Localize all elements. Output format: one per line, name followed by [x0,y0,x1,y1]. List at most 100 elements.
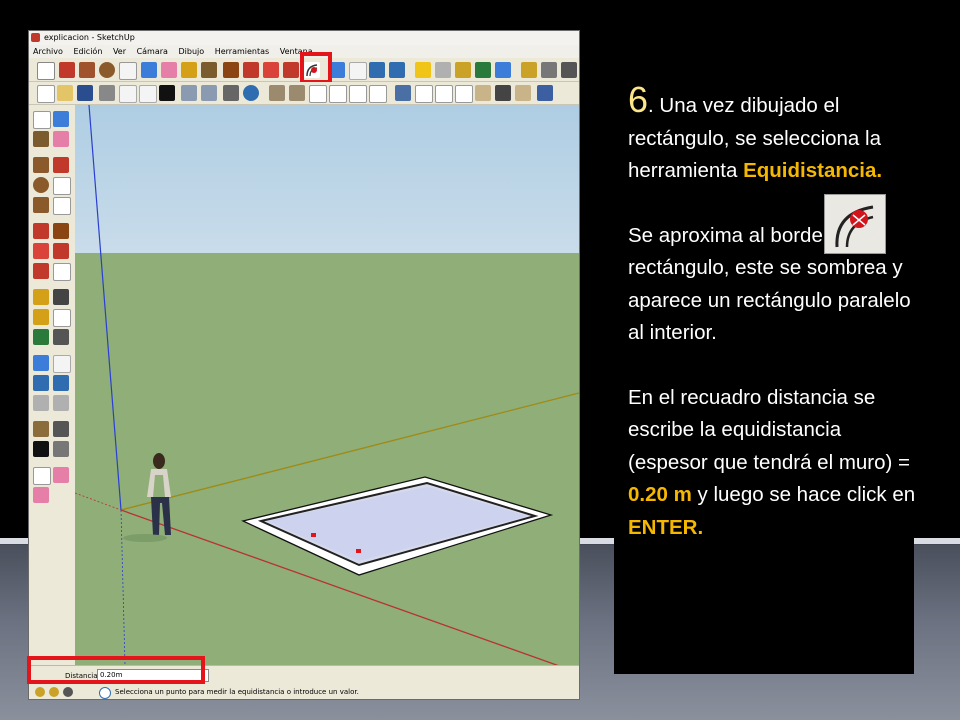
open-file-icon[interactable] [57,85,73,101]
menu-camara[interactable]: Cámara [133,45,172,58]
section-icon[interactable] [53,441,69,457]
save-icon[interactable] [77,85,93,101]
paint-bucket-icon[interactable] [201,62,217,78]
copy-icon[interactable] [119,85,137,103]
menu-herramientas[interactable]: Herramientas [211,45,274,58]
component-box-icon[interactable] [53,111,69,127]
menu-dibujo[interactable]: Dibujo [174,45,208,58]
paste-icon[interactable] [139,85,157,103]
google-earth-icon[interactable] [475,62,491,78]
offset-side-icon[interactable] [53,263,71,281]
zoom-icon[interactable] [33,375,49,391]
distance-box-highlight [27,656,205,684]
monochrome-icon[interactable] [495,85,511,101]
paragraph-1: 6. Una vez dibujado el rectángulo, se se… [628,82,918,188]
model-info-icon[interactable] [243,85,259,101]
xray-icon[interactable] [395,85,411,101]
credits-icon[interactable] [49,687,59,697]
front-view-icon[interactable] [309,85,327,103]
pencil-tool-icon[interactable] [59,62,75,78]
rect-icon[interactable] [33,157,49,173]
shaded-textures-icon[interactable] [475,85,491,101]
dimension-icon[interactable] [53,289,69,305]
pan-tool-icon[interactable] [349,62,367,80]
paint-icon[interactable] [33,131,49,147]
eraser-tool-icon[interactable] [161,62,177,78]
menu-edicion[interactable]: Edición [69,45,106,58]
print-icon[interactable] [223,85,239,101]
menu-archivo[interactable]: Archivo [29,45,67,58]
paragraph-3-text-b: y luego se hace click en [691,483,916,506]
get-models-icon[interactable] [415,62,431,78]
extension-icon[interactable] [521,62,537,78]
rectangle-tool-icon[interactable] [79,62,95,78]
help-icon[interactable] [99,687,111,699]
tape-icon[interactable] [33,289,49,305]
text-icon[interactable] [53,309,71,327]
cut-icon[interactable] [99,85,115,101]
share-model-icon[interactable] [435,62,451,78]
left-view-icon[interactable] [369,85,387,103]
warehouse-icon[interactable] [541,62,557,78]
move-icon[interactable] [33,223,49,239]
sandbox-icon[interactable] [53,467,69,483]
model-viewport[interactable] [75,105,579,665]
back-view-icon[interactable] [349,85,367,103]
3d-text-icon[interactable] [53,329,69,345]
undo-icon[interactable] [181,85,197,101]
photo-textures-icon[interactable] [495,62,511,78]
tape-measure-icon[interactable] [181,62,197,78]
instruction-panel: 6. Una vez dibujado el rectángulo, se se… [614,76,916,674]
next-view-icon[interactable] [53,395,69,411]
pushpull-icon[interactable] [53,223,69,239]
iso-view-icon[interactable] [269,85,285,101]
top-view-icon[interactable] [289,85,305,101]
styles-icon[interactable] [561,62,577,78]
rotate-icon[interactable] [33,243,49,259]
layer-icon[interactable] [33,487,49,503]
component-icon[interactable] [455,62,471,78]
arc-tool-icon[interactable] [119,62,137,80]
crosshair-icon[interactable] [33,467,51,485]
left-toolbar [29,105,76,667]
menu-ver[interactable]: Ver [109,45,130,58]
select-tool-icon[interactable] [37,62,55,80]
right-view-icon[interactable] [329,85,347,103]
rotate-tool-icon[interactable] [263,62,279,78]
freehand-icon[interactable] [53,197,71,215]
zoom-tool-icon[interactable] [369,62,385,78]
box-view-icon[interactable] [537,85,553,101]
make-component-icon[interactable] [141,62,157,78]
scale-icon[interactable] [33,263,49,279]
walk-icon[interactable] [33,441,49,457]
wireframe-icon[interactable] [415,85,433,103]
geo-location-icon[interactable] [35,687,45,697]
followme-icon[interactable] [53,243,69,259]
eraser-icon[interactable] [53,131,69,147]
line-icon[interactable] [53,157,69,173]
move-tool-icon[interactable] [243,62,259,78]
delete-icon[interactable] [159,85,175,101]
new-file-icon[interactable] [37,85,55,103]
protractor-icon[interactable] [33,309,49,325]
hidden-line-icon[interactable] [435,85,453,103]
zoom-window-icon[interactable] [53,375,69,391]
look-around-icon[interactable] [53,421,69,437]
zoom-extents-icon[interactable] [389,62,405,78]
position-camera-icon[interactable] [33,421,49,437]
circle-tool-icon[interactable] [99,62,115,78]
redo-icon[interactable] [201,85,217,101]
select-icon[interactable] [33,111,51,129]
polygon-icon[interactable] [33,197,49,213]
follow-me-icon[interactable] [283,62,299,78]
axes-icon[interactable] [33,329,49,345]
shaded-icon[interactable] [455,85,473,103]
materials-icon[interactable] [515,85,531,101]
orbit-icon[interactable] [33,355,49,371]
user-icon[interactable] [63,687,73,697]
push-pull-icon[interactable] [223,62,239,78]
arc-icon[interactable] [53,177,71,195]
pan-icon[interactable] [53,355,71,373]
prev-view-icon[interactable] [33,395,49,411]
circle-icon[interactable] [33,177,49,193]
